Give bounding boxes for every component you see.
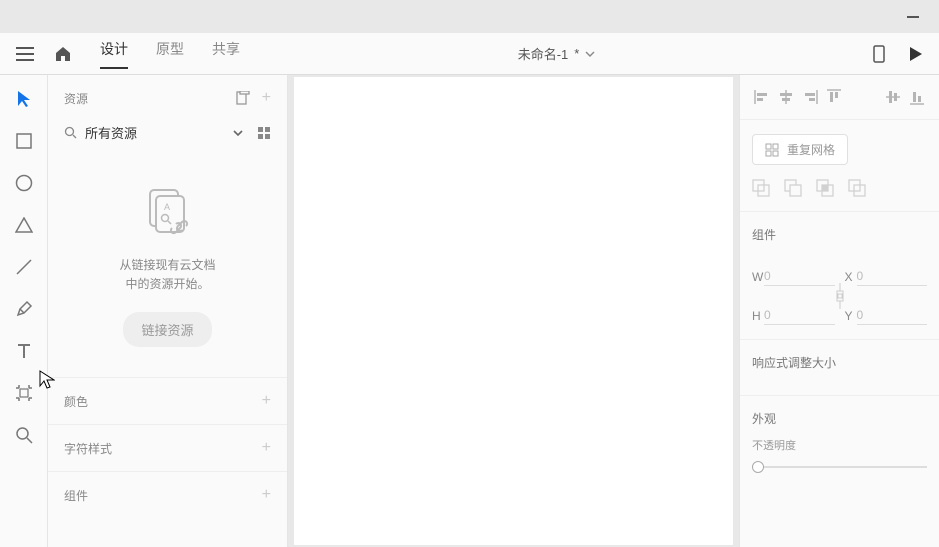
- repeat-grid-icon: [765, 143, 779, 157]
- height-value[interactable]: 0: [764, 306, 835, 325]
- properties-panel: 重复网格 组件 W 0 X 0 H 0 Y 0: [739, 75, 939, 547]
- add-color-icon[interactable]: +: [262, 392, 271, 410]
- add-char-style-icon[interactable]: +: [262, 439, 271, 457]
- opacity-slider[interactable]: [752, 461, 927, 473]
- zoom-tool-icon[interactable]: [14, 425, 34, 445]
- svg-text:A: A: [164, 202, 170, 212]
- components-title: 组件: [752, 226, 927, 243]
- add-asset-icon[interactable]: +: [262, 89, 271, 107]
- asset-filter-label: 所有资源: [85, 123, 137, 142]
- align-bottom-icon[interactable]: [907, 87, 927, 107]
- width-value[interactable]: 0: [764, 267, 835, 286]
- char-styles-label: 字符样式: [64, 440, 112, 457]
- ellipse-tool-icon[interactable]: [14, 173, 34, 193]
- y-label: Y: [845, 309, 857, 323]
- chevron-down-icon: [585, 51, 595, 57]
- tab-share[interactable]: 共享: [212, 39, 240, 69]
- doc-modified-indicator: *: [574, 46, 579, 61]
- text-tool-icon[interactable]: [14, 341, 34, 361]
- home-icon[interactable]: [54, 46, 72, 62]
- char-styles-section[interactable]: 字符样式 +: [48, 424, 287, 471]
- boolean-subtract-icon[interactable]: [784, 179, 802, 197]
- colors-label: 颜色: [64, 393, 88, 410]
- tab-prototype[interactable]: 原型: [156, 39, 184, 69]
- lock-aspect-icon[interactable]: [835, 281, 845, 311]
- linked-doc-icon: A: [140, 184, 196, 240]
- empty-msg-line2: 中的资源开始。: [119, 275, 215, 294]
- opacity-label: 不透明度: [752, 437, 927, 453]
- minimize-icon[interactable]: [907, 16, 919, 18]
- document-assets-icon[interactable]: [236, 91, 250, 105]
- boolean-add-icon[interactable]: [752, 179, 770, 197]
- polygon-tool-icon[interactable]: [14, 215, 34, 235]
- repeat-grid-button[interactable]: 重复网格: [752, 134, 848, 165]
- pen-tool-icon[interactable]: [14, 299, 34, 319]
- align-left-icon[interactable]: [752, 87, 772, 107]
- boolean-intersect-icon[interactable]: [816, 179, 834, 197]
- window-titlebar: [0, 0, 939, 33]
- document-title[interactable]: 未命名-1 *: [240, 44, 873, 63]
- x-value[interactable]: 0: [857, 267, 928, 286]
- align-row: [740, 75, 939, 120]
- rectangle-tool-icon[interactable]: [14, 131, 34, 151]
- link-assets-button[interactable]: 链接资源: [123, 312, 211, 347]
- tool-rail: [0, 75, 48, 547]
- x-label: X: [845, 270, 857, 284]
- width-label: W: [752, 270, 764, 284]
- colors-section[interactable]: 颜色 +: [48, 377, 287, 424]
- tab-design[interactable]: 设计: [100, 39, 128, 69]
- hamburger-icon[interactable]: [16, 47, 34, 61]
- repeat-grid-label: 重复网格: [787, 141, 835, 158]
- boolean-exclude-icon[interactable]: [848, 179, 866, 197]
- assets-panel: 资源 + 所有资源 A 从链接现有云文档: [48, 75, 288, 547]
- assets-title: 资源: [64, 90, 88, 107]
- search-icon: [64, 126, 77, 139]
- components-section[interactable]: 组件 +: [48, 471, 287, 518]
- artboard[interactable]: [294, 77, 733, 545]
- device-preview-icon[interactable]: [873, 45, 885, 63]
- align-top-icon[interactable]: [824, 87, 844, 107]
- assets-empty-state: A 从链接现有云文档 中的资源开始。 链接资源: [48, 154, 287, 377]
- line-tool-icon[interactable]: [14, 257, 34, 277]
- chevron-down-icon[interactable]: [233, 130, 243, 136]
- empty-msg-line1: 从链接现有云文档: [119, 256, 215, 275]
- align-right-icon[interactable]: [800, 87, 820, 107]
- select-tool-icon[interactable]: [14, 89, 34, 109]
- align-vcenter-icon[interactable]: [883, 87, 903, 107]
- doc-title-text: 未命名-1: [518, 44, 569, 63]
- asset-filter-dropdown[interactable]: 所有资源: [85, 123, 225, 142]
- components-label: 组件: [64, 487, 88, 504]
- appearance-title: 外观: [752, 410, 927, 427]
- top-bar: 设计 原型 共享 未命名-1 *: [0, 33, 939, 75]
- artboard-tool-icon[interactable]: [14, 383, 34, 403]
- canvas-area[interactable]: [288, 75, 739, 547]
- add-component-icon[interactable]: +: [262, 486, 271, 504]
- grid-view-icon[interactable]: [257, 126, 271, 140]
- play-icon[interactable]: [909, 46, 923, 62]
- height-label: H: [752, 309, 764, 323]
- y-value[interactable]: 0: [857, 306, 928, 325]
- responsive-title: 响应式调整大小: [752, 354, 927, 371]
- align-hcenter-icon[interactable]: [776, 87, 796, 107]
